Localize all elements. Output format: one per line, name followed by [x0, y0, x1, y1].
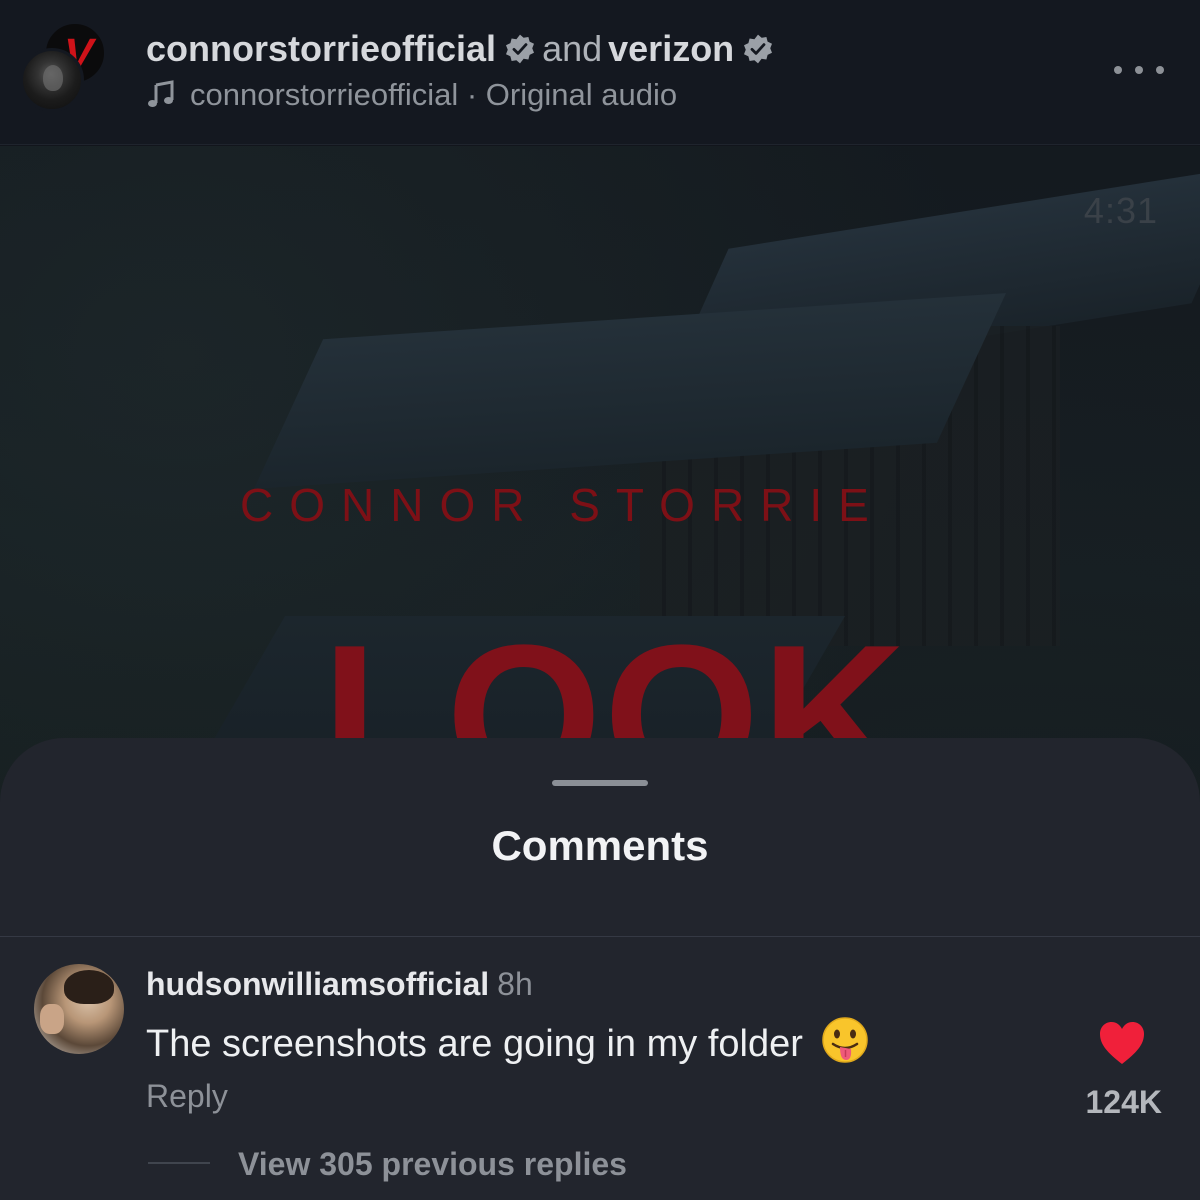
- creator-avatar: [20, 48, 84, 112]
- post-authors: connorstorrieofficial and verizon: [146, 27, 774, 71]
- comment-text: The screenshots are going in my folder: [146, 1023, 803, 1065]
- reel-page: V connorstorrieofficial and verizon conno…: [0, 0, 1200, 1200]
- verified-badge-icon: [506, 34, 535, 64]
- like-count: 124K: [1085, 1084, 1163, 1120]
- reply-button[interactable]: Reply: [146, 1076, 228, 1116]
- comment-time: 8h: [497, 966, 533, 1002]
- verified-badge-icon: [744, 34, 773, 64]
- sheet-title: Comments: [491, 822, 709, 869]
- video-artist-text: CONNOR STORRIE: [240, 479, 885, 531]
- sheet-drag-handle[interactable]: [552, 780, 648, 786]
- authors-conjunction: and: [542, 28, 603, 69]
- audio-artist: connorstorrieofficial: [190, 77, 459, 112]
- like-heart-icon[interactable]: [1098, 1020, 1146, 1066]
- more-options-button[interactable]: [1114, 52, 1164, 88]
- sheet-divider: [0, 936, 1200, 937]
- creator-username[interactable]: connorstorrieofficial: [146, 28, 496, 69]
- collab-avatars[interactable]: V: [20, 22, 110, 117]
- comments-sheet: Comments hudsonwilliamsofficial 8h The sc…: [0, 738, 1200, 1200]
- comment-body: The screenshots are going in my folder: [146, 1016, 869, 1067]
- audio-title: Original audio: [485, 77, 678, 112]
- post-header: V connorstorrieofficial and verizon conno…: [0, 0, 1200, 145]
- view-replies-button[interactable]: View 305 previous replies: [238, 1144, 627, 1184]
- more-dot-icon: [1156, 66, 1164, 74]
- replies-indent-line: [148, 1162, 210, 1164]
- comment-username[interactable]: hudsonwilliamsofficial: [146, 966, 489, 1002]
- audio-attribution[interactable]: connorstorrieofficial · Original audio: [146, 76, 677, 114]
- commenter-avatar[interactable]: [34, 964, 124, 1054]
- comment-meta: hudsonwilliamsofficial 8h: [146, 964, 533, 1004]
- avatar-hair-shape: [64, 970, 114, 1004]
- more-dot-icon: [1114, 66, 1122, 74]
- more-dot-icon: [1135, 66, 1143, 74]
- audio-separator: ·: [458, 77, 486, 112]
- music-note-icon: [148, 80, 174, 107]
- avatar-hand-shape: [40, 1004, 64, 1034]
- video-timestamp: 4:31: [1083, 190, 1158, 231]
- collaborator-username[interactable]: verizon: [608, 28, 734, 69]
- face-with-tongue-icon: [822, 1017, 869, 1063]
